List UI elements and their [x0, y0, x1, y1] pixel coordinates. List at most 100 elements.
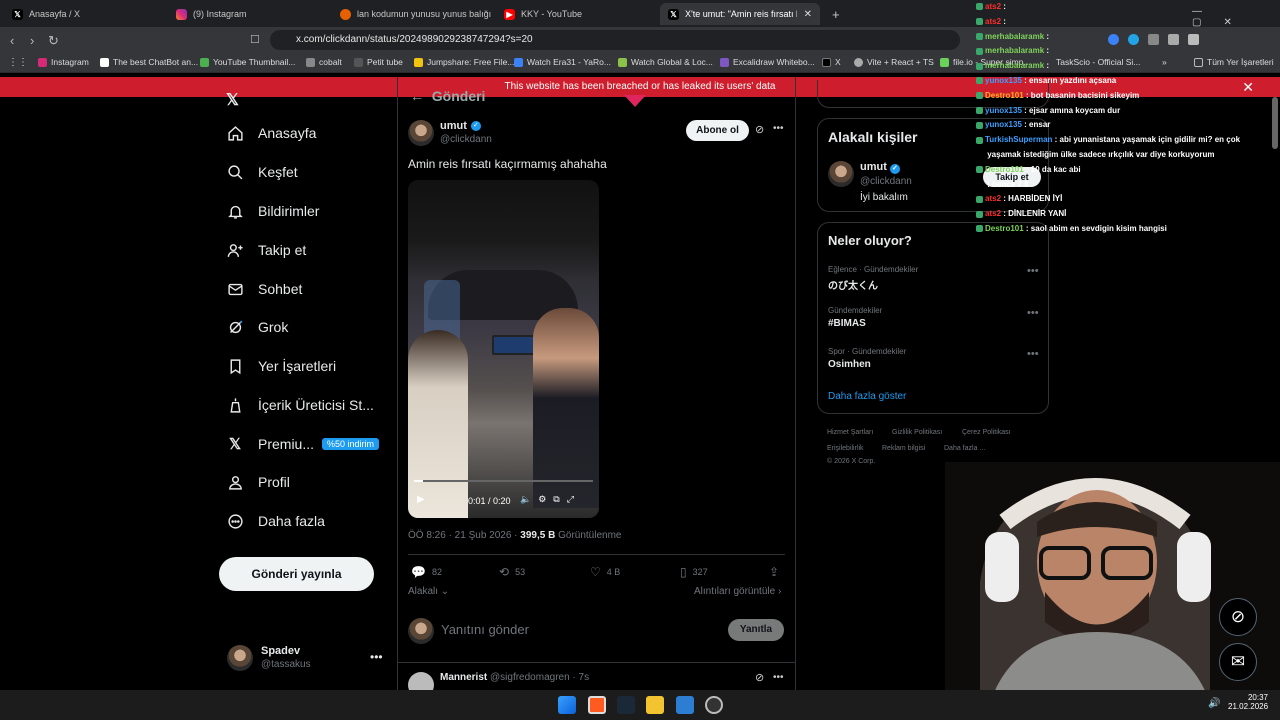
footer-link[interactable]: Hizmet Şartları: [827, 429, 873, 436]
back-icon[interactable]: ‹: [10, 33, 14, 48]
grok-explain-icon[interactable]: ⊘: [755, 671, 764, 684]
close-icon[interactable]: ✕: [804, 9, 812, 20]
browser-tab[interactable]: lan kodumun yunusu yunus balığı mı: [332, 3, 492, 25]
url-input[interactable]: x.com/clickdann/status/20249890292387472…: [270, 30, 960, 50]
file-explorer-icon[interactable]: [646, 696, 664, 714]
avatar[interactable]: [227, 645, 253, 671]
footer-link[interactable]: Reklam bilgisi: [882, 445, 925, 452]
bookmark-item[interactable]: Watch Global & Loc...: [618, 57, 713, 67]
browser-tab[interactable]: 𝕏 Anasayfa / X: [4, 3, 164, 25]
chat-username: ats2: [985, 2, 1002, 11]
windows-start-icon[interactable]: [558, 696, 576, 714]
follow-button[interactable]: Abone ol: [686, 120, 749, 141]
sidebar-item-more[interactable]: Daha fazla: [226, 512, 325, 530]
sidebar-item-grok[interactable]: Grok: [226, 318, 288, 336]
reply-button[interactable]: Yanıtla: [728, 619, 784, 641]
bookmark-item[interactable]: Petit tube: [354, 57, 403, 67]
bookmark-page-icon[interactable]: ☐: [250, 33, 260, 46]
browser-tab[interactable]: (9) Instagram: [168, 3, 328, 25]
chat-badge-icon: [976, 18, 983, 26]
author-avatar[interactable]: [408, 120, 434, 146]
share-action[interactable]: ⇪: [769, 565, 779, 579]
bookmark-item[interactable]: cobalt: [306, 57, 342, 67]
video-time: 0:01 / 0:20: [468, 496, 511, 506]
bookmark-item[interactable]: Jumpshare: Free File...: [414, 57, 514, 67]
bookmark-item[interactable]: Excalidraw Whitebo...: [720, 57, 815, 67]
bookmark-item[interactable]: Instagram: [38, 57, 89, 67]
author-handle[interactable]: @clickdann: [440, 134, 492, 145]
more-dots-icon[interactable]: •••: [773, 123, 784, 134]
new-tab-button[interactable]: +: [824, 3, 844, 25]
grok-floating-button[interactable]: ⊘: [1219, 598, 1257, 636]
footer-link[interactable]: Gizlilik Politikası: [892, 429, 942, 436]
bookmark-item[interactable]: Vite + React + TS: [854, 57, 934, 67]
more-dots-icon[interactable]: •••: [1027, 348, 1039, 360]
scrollbar-thumb[interactable]: [1272, 97, 1278, 149]
repost-action[interactable]: ⟲ 53: [499, 565, 525, 579]
x-logo-icon[interactable]: 𝕏: [226, 90, 239, 110]
sidebar-item-explore[interactable]: Keşfet: [226, 163, 298, 181]
reply-input[interactable]: Yanıtını gönder: [441, 622, 711, 637]
app-icon[interactable]: [676, 696, 694, 714]
footer-link[interactable]: Daha fazla ...: [944, 445, 985, 452]
sidebar-item-premium[interactable]: 𝕏 Premiu...: [226, 435, 314, 453]
more-dots-icon[interactable]: •••: [1027, 265, 1039, 277]
sidebar-item-profile[interactable]: Profil: [226, 473, 290, 491]
bookmark-item[interactable]: YouTube Thumbnail...: [200, 57, 295, 67]
reload-icon[interactable]: ↻: [48, 33, 59, 49]
trend-item[interactable]: Spor · Gündemdekiler Osimhen: [828, 347, 906, 370]
bookmark-item[interactable]: Watch Era31 - YaRo...: [514, 57, 611, 67]
next-reply-header[interactable]: Mannerist @sigfredomagren · 7s: [440, 672, 589, 683]
bookmark-item[interactable]: The best ChatBot an...: [100, 57, 198, 67]
video-controls-icons[interactable]: 🔈⚙⧉⤢: [520, 494, 581, 505]
obs-icon[interactable]: [705, 696, 723, 714]
like-action[interactable]: ♡ 4 B: [590, 565, 620, 579]
chat-badge-icon: [976, 151, 983, 158]
quotes-label: Alıntıları görüntüle: [694, 586, 776, 597]
reply-action[interactable]: 💬 82: [411, 565, 442, 579]
forward-icon[interactable]: ›: [30, 33, 34, 48]
account-switcher[interactable]: Spadev @tassakus: [261, 645, 311, 670]
video-player[interactable]: ▶ 0:01 / 0:20 🔈⚙⧉⤢: [408, 180, 599, 518]
sidebar-item-home[interactable]: Anasayfa: [226, 124, 316, 142]
sidebar-item-creator-studio[interactable]: İçerik Üreticisi St...: [226, 396, 374, 414]
sort-relevant-button[interactable]: Alakalı ⌄: [408, 586, 449, 597]
footer-link[interactable]: Erişilebilirlik: [827, 445, 864, 452]
video-progress-track[interactable]: [414, 480, 593, 482]
author-name[interactable]: umut ✓: [440, 120, 481, 132]
volume-icon[interactable]: 🔊: [1208, 698, 1220, 709]
bookmark-item[interactable]: X: [822, 57, 841, 67]
more-dots-icon[interactable]: •••: [773, 672, 784, 683]
banner-chevron-icon: [624, 95, 646, 107]
browser-tab[interactable]: ▶ KKY - YouTube: [496, 3, 656, 25]
avatar[interactable]: [828, 161, 854, 187]
post-button[interactable]: Gönderi yayınla: [219, 557, 374, 591]
more-circle-icon: [226, 512, 244, 530]
chat-message: TurkishSuperman : abi yunanistana yaşama…: [976, 133, 1276, 148]
related-user-name[interactable]: umut ✓: [860, 161, 900, 174]
sidebar-item-notifications[interactable]: Bildirimler: [226, 202, 319, 220]
chat-badge-icon: [976, 181, 983, 188]
steam-icon[interactable]: [617, 696, 635, 714]
messages-floating-button[interactable]: ✉: [1219, 643, 1257, 681]
apps-icon[interactable]: ⋮⋮: [8, 57, 28, 68]
trend-item[interactable]: Gündemdekiler #BIMAS: [828, 306, 882, 329]
brave-browser-icon[interactable]: [588, 696, 606, 714]
sidebar-item-chat[interactable]: Sohbet: [226, 280, 302, 298]
trend-item[interactable]: Eğlence · Gündemdekiler のび太くん: [828, 265, 918, 292]
show-more-link[interactable]: Daha fazla göster: [828, 391, 906, 402]
back-arrow-icon[interactable]: ←: [410, 88, 424, 104]
post-timestamp[interactable]: ÖÖ 8:26 · 21 Şub 2026 ·: [408, 530, 518, 541]
more-dots-icon[interactable]: •••: [1027, 307, 1039, 319]
bookmark-action[interactable]: ▯ 327: [680, 565, 708, 579]
grok-explain-icon[interactable]: ⊘: [755, 123, 764, 136]
more-dots-icon[interactable]: •••: [370, 650, 383, 664]
clock[interactable]: 20:37 21.02.2026: [1228, 693, 1268, 711]
view-quotes-link[interactable]: Alıntıları görüntüle ›: [694, 586, 781, 597]
sidebar-item-follow[interactable]: Takip et: [226, 241, 306, 259]
footer-link[interactable]: Çerez Politikası: [962, 429, 1011, 436]
browser-tab-active[interactable]: 𝕏 X'te umut: "Amin reis fırsatı kaçır ✕: [660, 3, 820, 25]
sidebar-item-bookmarks[interactable]: Yer İşaretleri: [226, 357, 336, 375]
play-icon[interactable]: ▶: [417, 494, 425, 505]
chat-badge-icon: [976, 166, 983, 174]
